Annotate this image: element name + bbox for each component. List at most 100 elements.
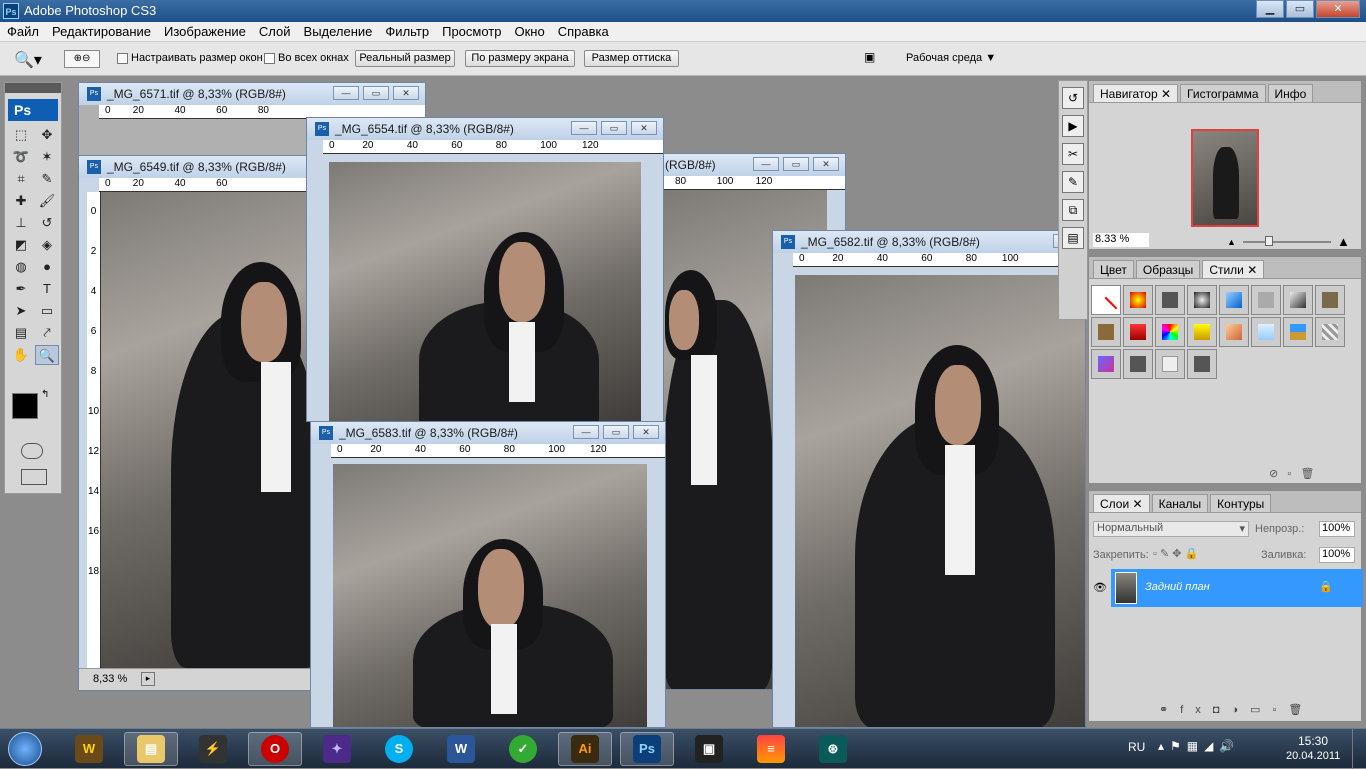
tab-histogram[interactable]: Гистограмма xyxy=(1180,84,1266,102)
zoom-level[interactable]: 8,33 % xyxy=(93,673,127,685)
fill-field[interactable]: 100% xyxy=(1319,547,1355,563)
doc-maximize-button[interactable]: ▭ xyxy=(601,121,627,135)
tab-layers[interactable]: Слои ✕ xyxy=(1093,494,1150,512)
zoom-slider[interactable] xyxy=(1243,241,1331,243)
lock-icons[interactable]: ▫ ✎ ✥ 🔒 xyxy=(1153,547,1198,560)
taskbar-skype[interactable]: S xyxy=(372,732,426,766)
slice-tool-icon[interactable]: ✎ xyxy=(35,169,59,189)
eyedropper-tool-icon[interactable]: ⤤ xyxy=(35,323,59,343)
taskbar-app2[interactable]: ⊛ xyxy=(806,732,860,766)
tab-swatches[interactable]: Образцы xyxy=(1135,260,1201,278)
maximize-button[interactable]: ▭ xyxy=(1286,0,1314,18)
crop-tool-icon[interactable]: ⌗ xyxy=(9,169,33,189)
tab-styles[interactable]: Стили ✕ xyxy=(1202,260,1265,278)
quick-mask-icon[interactable] xyxy=(21,443,43,459)
navigator-zoom-field[interactable]: 8.33 % xyxy=(1093,233,1149,247)
style-swatch[interactable] xyxy=(1155,317,1185,347)
shape-tool-icon[interactable]: ▭ xyxy=(35,301,59,321)
notes-tool-icon[interactable]: ▤ xyxy=(9,323,33,343)
style-swatch[interactable] xyxy=(1187,285,1217,315)
history-brush-tool-icon[interactable]: ↺ xyxy=(35,213,59,233)
doc-minimize-button[interactable]: — xyxy=(333,86,359,100)
doc-minimize-button[interactable]: — xyxy=(753,157,779,171)
type-tool-icon[interactable]: T xyxy=(35,279,59,299)
style-swatch[interactable] xyxy=(1187,317,1217,347)
document-titlebar[interactable]: Ps _MG_6571.tif @ 8,33% (RGB/8#) — ▭ ✕ xyxy=(79,83,425,105)
style-swatch[interactable] xyxy=(1315,285,1345,315)
paint-bucket-tool-icon[interactable]: ◈ xyxy=(35,235,59,255)
style-swatch[interactable] xyxy=(1219,285,1249,315)
menu-image[interactable]: Изображение xyxy=(157,24,252,39)
foreground-color-swatch[interactable] xyxy=(12,393,38,419)
document-titlebar[interactable]: (RGB/8#) — ▭ ✕ xyxy=(661,154,845,176)
document-titlebar[interactable]: Ps _MG_6583.tif @ 8,33% (RGB/8#) — ▭ ✕ xyxy=(311,422,665,444)
clone-stamp-tool-icon[interactable]: ⊥ xyxy=(9,213,33,233)
show-desktop-button[interactable] xyxy=(1352,729,1366,769)
tab-color[interactable]: Цвет xyxy=(1093,260,1134,278)
doc-minimize-button[interactable]: — xyxy=(573,425,599,439)
swap-colors-icon[interactable]: ↰ xyxy=(41,389,49,400)
zoom-in-out-icon[interactable]: ⊕⊖ xyxy=(64,50,100,68)
layer-row[interactable]: 👁 Задний план 🔒 xyxy=(1089,569,1363,607)
actions-icon[interactable]: ▶ xyxy=(1062,115,1084,137)
path-selection-tool-icon[interactable]: ➤ xyxy=(9,301,33,321)
doc-maximize-button[interactable]: ▭ xyxy=(603,425,629,439)
taskbar-wow[interactable]: W xyxy=(62,732,116,766)
document-window-6549[interactable]: Ps _MG_6549.tif @ 8,33% (RGB/8#) 0 20 40… xyxy=(78,155,318,691)
doc-close-button[interactable]: ✕ xyxy=(813,157,839,171)
taskbar-media[interactable]: ▣ xyxy=(682,732,736,766)
taskbar-opera[interactable]: O xyxy=(248,732,302,766)
document-window-6583[interactable]: Ps _MG_6583.tif @ 8,33% (RGB/8#) — ▭ ✕ 0 2… xyxy=(310,421,666,728)
taskbar-stack[interactable]: ≡ xyxy=(744,732,798,766)
workspace-menu[interactable]: Рабочая среда ▼ xyxy=(906,52,996,64)
close-button[interactable]: ✕ xyxy=(1316,0,1360,18)
lasso-tool-icon[interactable]: ➰ xyxy=(9,147,33,167)
tab-channels[interactable]: Каналы xyxy=(1151,494,1209,512)
layer-comps-icon[interactable]: ▤ xyxy=(1062,227,1084,249)
move-tool-icon[interactable]: ✥ xyxy=(35,125,59,145)
style-swatch[interactable] xyxy=(1155,285,1185,315)
menu-select[interactable]: Выделение xyxy=(297,24,379,39)
doc-maximize-button[interactable]: ▭ xyxy=(783,157,809,171)
zoom-slider-handle[interactable] xyxy=(1265,236,1273,246)
styles-footer-icons[interactable]: ⊘ ▫ 🗑 xyxy=(1269,467,1314,480)
status-menu-icon[interactable]: ▸ xyxy=(141,672,155,686)
clone-source-icon[interactable]: ⧉ xyxy=(1062,199,1084,221)
menu-window[interactable]: Окно xyxy=(507,24,550,39)
taskbar-winamp[interactable]: ⚡ xyxy=(186,732,240,766)
bridge-icon[interactable]: ▣ xyxy=(864,50,884,68)
magic-wand-tool-icon[interactable]: ✶ xyxy=(35,147,59,167)
blur-tool-icon[interactable]: ◍ xyxy=(9,257,33,277)
style-swatch[interactable] xyxy=(1123,349,1153,379)
clock-time[interactable]: 15:30 xyxy=(1298,734,1328,748)
tab-info[interactable]: Инфо xyxy=(1267,84,1314,102)
actual-pixels-button[interactable]: Реальный размер xyxy=(355,50,455,67)
style-swatch[interactable] xyxy=(1251,317,1281,347)
doc-maximize-button[interactable]: ▭ xyxy=(363,86,389,100)
minimize-button[interactable]: ▁ xyxy=(1256,0,1284,18)
taskbar-icq[interactable]: ✓ xyxy=(496,732,550,766)
healing-brush-tool-icon[interactable]: ✚ xyxy=(9,191,33,211)
doc-minimize-button[interactable]: — xyxy=(571,121,597,135)
taskbar-explorer[interactable]: ▤ xyxy=(124,732,178,766)
document-titlebar[interactable]: Ps _MG_6582.tif @ 8,33% (RGB/8#) — xyxy=(773,231,1085,253)
history-icon[interactable]: ↺ xyxy=(1062,87,1084,109)
taskbar-photoshop[interactable]: Ps xyxy=(620,732,674,766)
style-none[interactable] xyxy=(1091,285,1121,320)
start-button[interactable] xyxy=(8,732,42,766)
navigator-thumbnail[interactable] xyxy=(1191,129,1259,227)
language-indicator[interactable]: RU xyxy=(1128,740,1145,754)
style-swatch[interactable] xyxy=(1315,317,1345,347)
taskbar-word[interactable]: W xyxy=(434,732,488,766)
zoom-tool-preset-icon[interactable]: 🔍▾ xyxy=(14,50,42,70)
style-swatch[interactable] xyxy=(1123,317,1153,347)
tab-navigator[interactable]: Навигатор ✕ xyxy=(1093,84,1179,102)
resize-windows-checkbox[interactable] xyxy=(117,53,128,64)
opacity-field[interactable]: 100% xyxy=(1319,521,1355,537)
style-swatch[interactable] xyxy=(1187,349,1217,379)
zoom-tool-icon[interactable]: 🔍 xyxy=(35,345,59,365)
style-swatch[interactable] xyxy=(1283,285,1313,315)
all-windows-checkbox[interactable] xyxy=(264,53,275,64)
pen-tool-icon[interactable]: ✒ xyxy=(9,279,33,299)
tray-icons[interactable]: ▴⚑▦◢🔊 xyxy=(1158,739,1240,753)
